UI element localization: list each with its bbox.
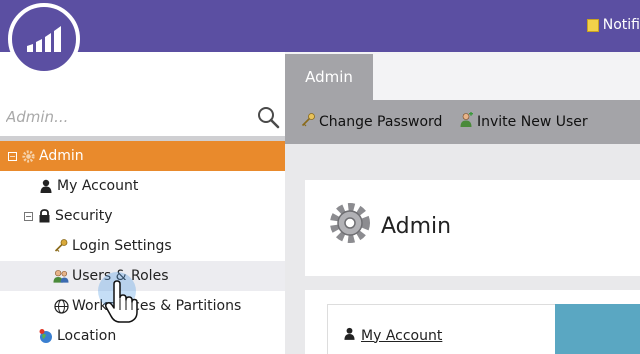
tree-item-workspaces-partitions[interactable]: Workspaces & Partitions	[0, 291, 285, 321]
search-input[interactable]	[6, 105, 246, 129]
sidebar-search	[0, 97, 285, 137]
tab-admin[interactable]: Admin	[285, 54, 373, 100]
collapse-toggle[interactable]: −	[24, 211, 33, 221]
tree-item-login-settings[interactable]: Login Settings	[0, 231, 285, 261]
tree-item-label: Workspaces & Partitions	[72, 298, 242, 314]
lock-icon	[36, 208, 52, 224]
invite-new-user-button[interactable]: Invite New User	[458, 111, 588, 132]
tree-item-users-roles[interactable]: Users & Roles	[0, 261, 285, 291]
add-user-icon	[458, 111, 474, 132]
notifications-button[interactable]: Notifi	[586, 17, 640, 33]
change-password-label: Change Password	[319, 114, 443, 130]
gear-icon	[327, 200, 377, 250]
my-account-link[interactable]: My Account	[344, 327, 442, 344]
globe-icon	[53, 298, 69, 314]
key-icon	[300, 112, 316, 132]
marketo-bars-icon	[27, 26, 61, 52]
person-icon	[344, 327, 355, 344]
gear-icon	[20, 148, 36, 164]
tree-item-label: Location	[57, 328, 117, 344]
tab-label: Admin	[305, 68, 353, 86]
main-panel: Admin Change Password Invite New User Ad…	[285, 52, 640, 354]
my-account-link-label: My Account	[361, 327, 443, 344]
tree-item-label: Admin	[39, 148, 84, 164]
sidebar: − Admin My Account − Security Login Sett…	[0, 52, 285, 354]
tree-item-label: My Account	[57, 178, 139, 194]
notification-icon	[586, 18, 599, 32]
content-area: Admin My Account	[285, 144, 640, 354]
tree-item-security[interactable]: − Security	[0, 201, 285, 231]
tab-strip: Admin	[285, 52, 640, 100]
tree-item-admin[interactable]: − Admin	[0, 141, 285, 171]
admin-header-panel: Admin	[305, 180, 640, 276]
keys-icon	[53, 238, 69, 254]
collapse-toggle[interactable]: −	[8, 151, 17, 161]
invite-new-user-label: Invite New User	[477, 114, 588, 130]
location-globe-icon	[38, 328, 54, 344]
tree-item-my-account[interactable]: My Account	[0, 171, 285, 201]
person-icon	[38, 178, 54, 194]
hand-cursor-icon	[104, 280, 138, 324]
change-password-button[interactable]: Change Password	[300, 112, 442, 132]
tree-item-location[interactable]: Location	[0, 321, 285, 351]
tree-item-label: Login Settings	[72, 238, 172, 254]
quick-links-card: My Account	[305, 290, 640, 354]
users-icon	[53, 268, 69, 284]
page-title: Admin	[381, 214, 452, 239]
top-bar: Notifi	[0, 0, 640, 52]
toolbar: Change Password Invite New User	[285, 100, 640, 144]
tree-item-label: Security	[55, 208, 113, 224]
card-illustration	[555, 304, 640, 354]
search-icon[interactable]	[256, 105, 280, 129]
quick-links-list: My Account	[327, 304, 557, 354]
notifications-label: Notifi	[602, 17, 640, 33]
marketo-logo[interactable]	[8, 3, 80, 75]
